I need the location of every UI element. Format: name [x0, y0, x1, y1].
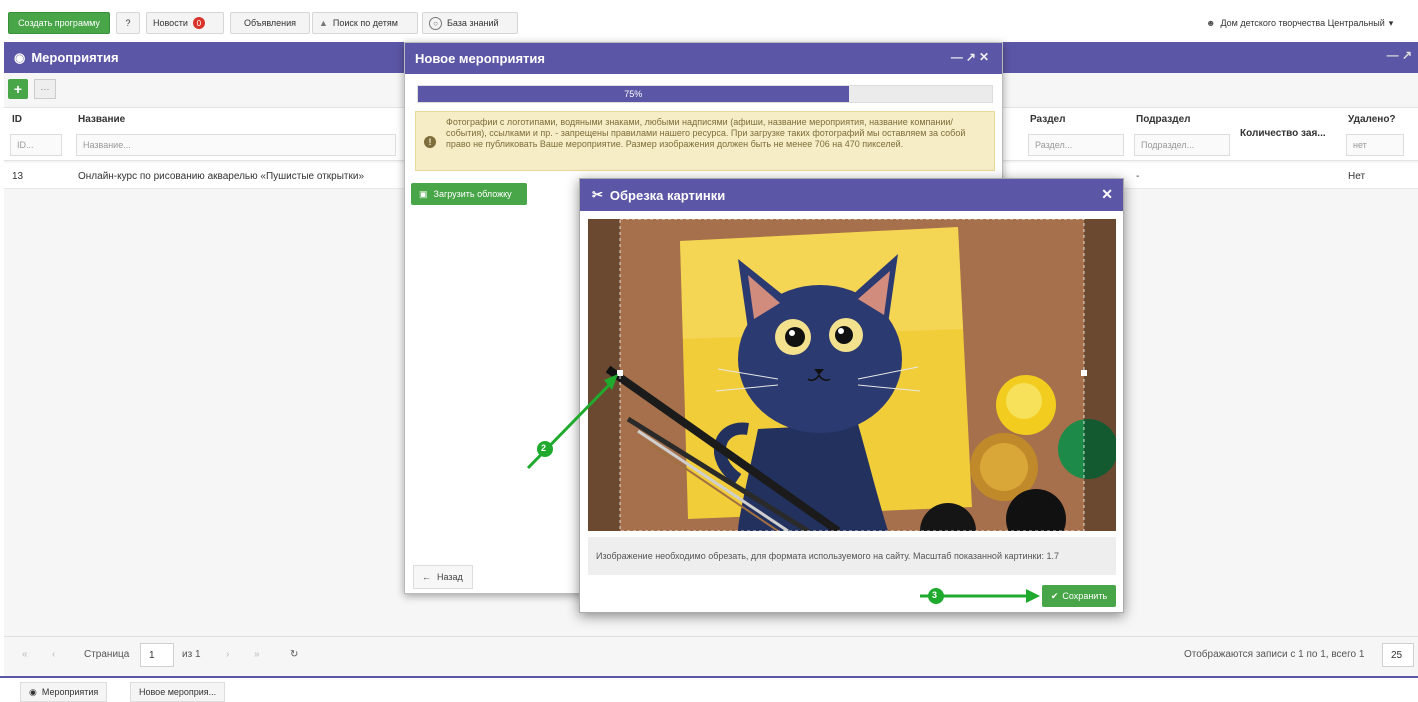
column-section[interactable]: Раздел: [1030, 114, 1065, 125]
organization-selector[interactable]: ☻ Дом детского творчества Центральный ▾: [1200, 12, 1418, 34]
section-filter[interactable]: Раздел...: [1028, 134, 1124, 156]
last-page-icon[interactable]: »: [254, 649, 260, 660]
refresh-icon[interactable]: ↻: [290, 649, 298, 660]
page-label: Страница: [84, 649, 130, 660]
taskbar-tab-events-label: Мероприятия: [41, 687, 99, 697]
image-warning: ! Фотографии с логотипами, водяными знак…: [415, 111, 995, 171]
close-icon[interactable]: ✕: [1101, 186, 1113, 203]
save-button[interactable]: ✔ Сохранить: [1042, 585, 1116, 607]
taskbar-tab-events[interactable]: ◉ Мероприятия: [20, 682, 108, 702]
column-name[interactable]: Название: [78, 114, 125, 125]
check-icon: ✔: [1050, 590, 1059, 601]
row-name: Онлайн-курс по рисованию акварелью «Пуши…: [78, 171, 365, 182]
crop-icon: ✂: [592, 187, 603, 202]
column-requests[interactable]: Количество зая...: [1240, 128, 1326, 139]
events-icon: ◉: [29, 686, 37, 697]
id-filter[interactable]: ID...: [10, 134, 62, 156]
crop-dialog: ✂ Обрезка картинки ✕ Изображение необход…: [579, 178, 1124, 613]
crop-info-text: Изображение необходимо обрезать, для фор…: [588, 537, 1116, 575]
user-icon: ☻: [1206, 18, 1216, 28]
records-summary: Отображаются записи с 1 по 1, всего 1: [1184, 649, 1365, 660]
new-event-title: Новое мероприятия: [415, 51, 545, 66]
add-button[interactable]: +: [8, 79, 28, 99]
create-program-button[interactable]: Создать программу: [8, 12, 110, 34]
events-icon: ◉: [14, 49, 26, 65]
top-toolbar: Создать программу ? Новости 0 Объявления…: [0, 0, 1418, 42]
crop-dialog-header: ✂ Обрезка картинки ✕: [580, 179, 1123, 211]
row-id: 13: [12, 171, 24, 182]
row-deleted: Нет: [1348, 171, 1366, 182]
question-icon: ?: [125, 18, 131, 28]
arrow-left-icon: ←: [422, 572, 431, 582]
cat-painting-image: [588, 219, 1116, 531]
help-button[interactable]: ?: [116, 12, 140, 34]
search-children-button[interactable]: ▲ Поиск по детям: [312, 12, 418, 34]
organization-label: Дом детского творчества Центральный: [1220, 18, 1385, 28]
page-size-select[interactable]: 25: [1382, 643, 1414, 667]
search-children-label: Поиск по детям: [332, 18, 398, 28]
new-event-header: Новое мероприятия —↗✕: [405, 43, 1002, 74]
back-label: Назад: [437, 572, 463, 582]
info-icon: !: [424, 136, 436, 148]
crop-image-area[interactable]: [588, 219, 1116, 531]
upload-cover-label: Загрузить обложку: [433, 189, 512, 199]
news-count-badge: 0: [192, 17, 205, 29]
column-deleted[interactable]: Удалено?: [1348, 114, 1396, 125]
subsection-filter[interactable]: Подраздел...: [1134, 134, 1230, 156]
person-icon: ▲: [319, 18, 328, 28]
upload-cover-button[interactable]: ▣ Загрузить обложку: [411, 183, 527, 205]
step-2-label: 2: [541, 443, 547, 453]
chevron-down-icon: ▾: [1388, 17, 1394, 28]
ads-button[interactable]: Объявления: [230, 12, 310, 34]
knowledge-base-label: База знаний: [447, 18, 499, 28]
name-filter[interactable]: Название...: [76, 134, 396, 156]
warning-text: Фотографии с логотипами, водяными знакам…: [446, 117, 966, 149]
events-title: Мероприятия: [31, 50, 119, 65]
page-count: из 1: [182, 649, 201, 660]
taskbar: ◉ Мероприятия Новое мероприя...: [0, 676, 1418, 702]
first-page-icon[interactable]: «: [22, 649, 28, 660]
back-button[interactable]: ← Назад: [413, 565, 473, 589]
next-page-icon[interactable]: ›: [226, 649, 229, 660]
knowledge-base-button[interactable]: ○ База знаний: [422, 12, 518, 34]
pager: « ‹ Страница 1 из 1 › » ↻ Отображаются з…: [4, 636, 1418, 674]
step-3-label: 3: [932, 590, 938, 600]
save-label: Сохранить: [1062, 591, 1108, 601]
deleted-filter[interactable]: нет: [1346, 134, 1404, 156]
lifebuoy-icon: ○: [429, 16, 442, 30]
news-label: Новости: [153, 18, 188, 28]
progress-fill: 75%: [418, 86, 849, 102]
news-button[interactable]: Новости 0: [146, 12, 224, 34]
column-id[interactable]: ID: [12, 114, 22, 125]
crop-dialog-title: Обрезка картинки: [609, 187, 726, 203]
image-icon: ▣: [419, 188, 428, 199]
progress-bar: 75%: [417, 85, 993, 103]
taskbar-tab-new-event[interactable]: Новое мероприя...: [130, 682, 226, 702]
window-controls[interactable]: —↗✕: [951, 50, 992, 64]
more-button[interactable]: ···: [34, 79, 56, 99]
window-controls[interactable]: — ↗: [1387, 48, 1412, 62]
row-section: -: [1136, 171, 1140, 182]
page-input[interactable]: 1: [140, 643, 174, 667]
column-subsection[interactable]: Подраздел: [1136, 114, 1191, 125]
prev-page-icon[interactable]: ‹: [52, 649, 55, 660]
